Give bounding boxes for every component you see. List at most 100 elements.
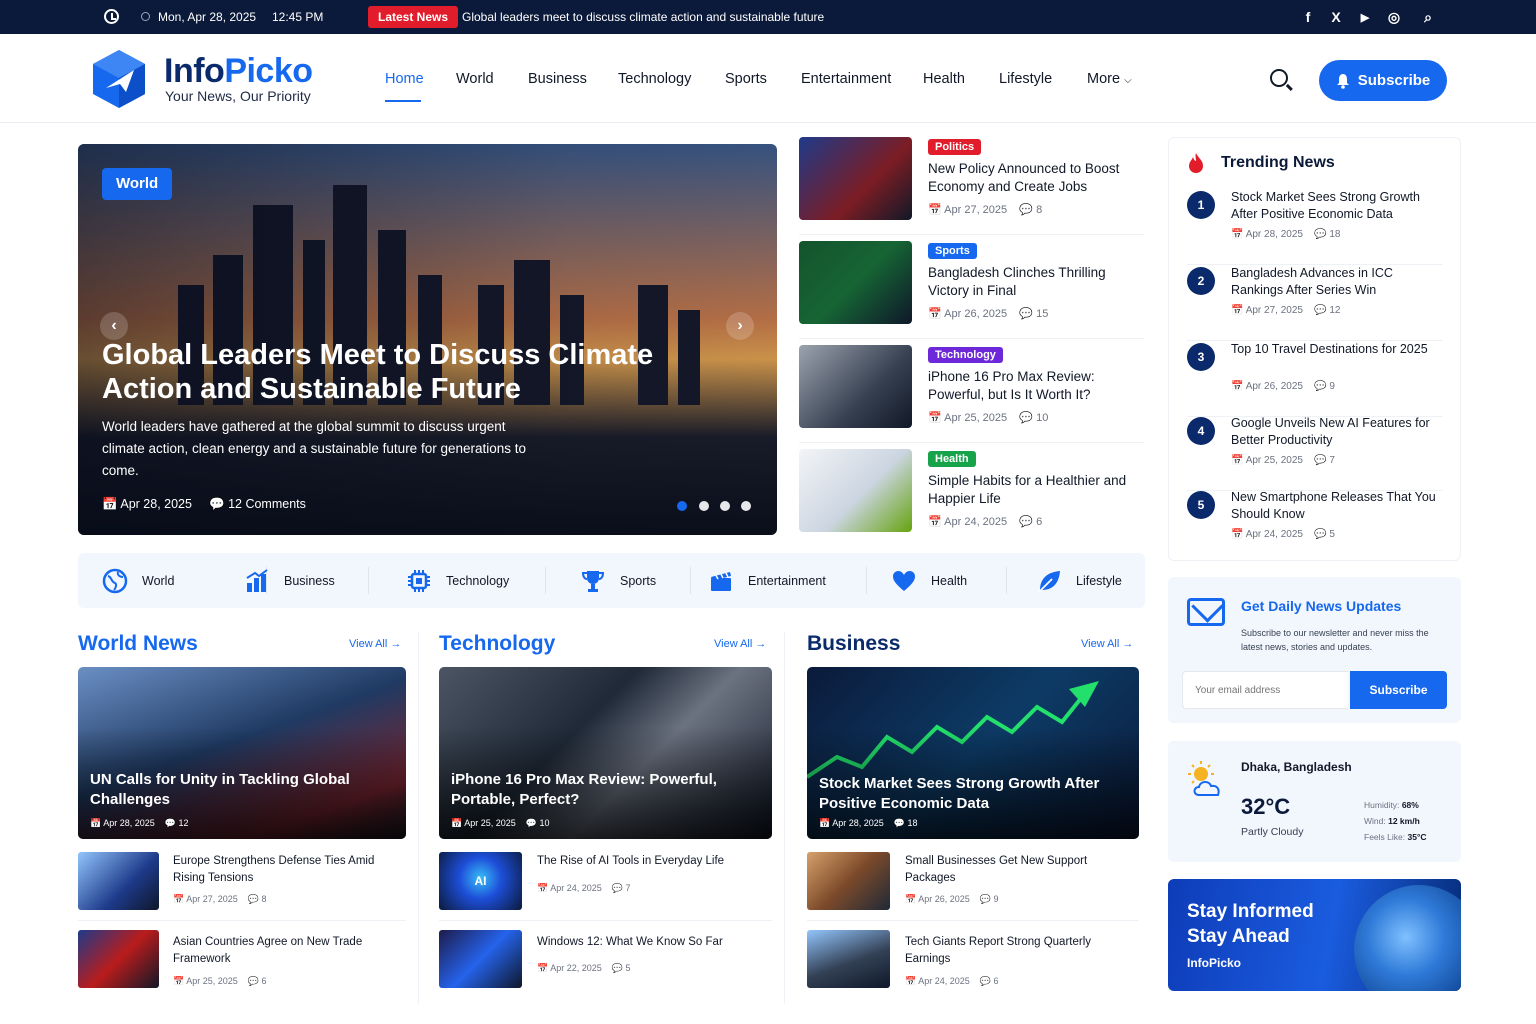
trending-item-title[interactable]: New Smartphone Releases That You Should … bbox=[1231, 489, 1443, 523]
nav-home[interactable]: Home bbox=[385, 71, 424, 87]
category-business[interactable]: Business bbox=[244, 567, 335, 594]
view-all-world[interactable]: View All → bbox=[349, 638, 401, 650]
story-title[interactable]: Bangladesh Clinches Thrilling Victory in… bbox=[928, 264, 1138, 300]
story-thumbnail[interactable] bbox=[799, 241, 912, 324]
nav-world[interactable]: World bbox=[456, 71, 494, 87]
item-thumbnail[interactable] bbox=[807, 852, 890, 910]
item-title[interactable]: The Rise of AI Tools in Everyday Life bbox=[537, 853, 757, 870]
feature-card[interactable]: Stock Market Sees Strong Growth After Po… bbox=[807, 667, 1139, 839]
subscribe-button[interactable]: Subscribe bbox=[1319, 60, 1447, 101]
item-date: Apr 24, 2025 bbox=[1245, 529, 1303, 540]
email-field[interactable] bbox=[1182, 671, 1348, 709]
item-title[interactable]: Europe Strengthens Defense Ties Amid Ris… bbox=[173, 853, 393, 887]
hero-comments[interactable]: 💬 12 Comments bbox=[209, 497, 306, 512]
slider-dot-1[interactable] bbox=[677, 501, 687, 511]
x-twitter-icon[interactable]: X bbox=[1327, 8, 1345, 26]
category-sports[interactable]: Sports bbox=[580, 567, 656, 594]
calendar-icon: 📅 bbox=[1231, 305, 1244, 316]
story-title[interactable]: New Policy Announced to Boost Economy an… bbox=[928, 160, 1138, 196]
side-story[interactable]: Politics New Policy Announced to Boost E… bbox=[799, 137, 1144, 235]
facebook-icon[interactable]: f bbox=[1299, 8, 1317, 26]
nav-entertainment[interactable]: Entertainment bbox=[801, 71, 891, 87]
story-thumbnail[interactable] bbox=[799, 449, 912, 532]
item-title[interactable]: Windows 12: What We Know So Far bbox=[537, 934, 757, 951]
subscribe-label: Subscribe bbox=[1357, 72, 1431, 89]
logo-icon[interactable] bbox=[90, 48, 148, 110]
item-thumbnail[interactable] bbox=[807, 930, 890, 988]
view-all-business[interactable]: View All → bbox=[1081, 638, 1133, 650]
nav-technology[interactable]: Technology bbox=[618, 71, 691, 87]
slider-dot-2[interactable] bbox=[699, 501, 709, 511]
list-item[interactable]: Europe Strengthens Defense Ties Amid Ris… bbox=[78, 852, 406, 930]
list-item[interactable]: Tech Giants Report Strong Quarterly Earn… bbox=[807, 930, 1139, 1008]
trending-item[interactable]: 2 Bangladesh Advances in ICC Rankings Af… bbox=[1187, 265, 1443, 341]
category-health[interactable]: Health bbox=[891, 567, 967, 594]
nav-more-label: More bbox=[1087, 71, 1121, 87]
trending-item[interactable]: 1 Stock Market Sees Strong Growth After … bbox=[1187, 189, 1443, 265]
list-item[interactable]: Asian Countries Agree on New Trade Frame… bbox=[78, 930, 406, 1008]
comment-icon: 💬 bbox=[1019, 412, 1034, 424]
search-icon[interactable]: ⌕ bbox=[1419, 8, 1437, 26]
view-all-technology[interactable]: View All → bbox=[714, 638, 766, 650]
trending-item-title[interactable]: Stock Market Sees Strong Growth After Po… bbox=[1231, 189, 1443, 223]
item-thumbnail[interactable] bbox=[78, 930, 159, 988]
time-icon bbox=[141, 12, 150, 21]
slider-dot-4[interactable] bbox=[741, 501, 751, 511]
category-badge[interactable]: Health bbox=[928, 451, 976, 467]
story-title[interactable]: iPhone 16 Pro Max Review: Powerful, but … bbox=[928, 368, 1138, 404]
item-title[interactable]: Tech Giants Report Strong Quarterly Earn… bbox=[905, 934, 1125, 968]
stay-informed-banner[interactable]: Stay Informed Stay Ahead InfoPicko bbox=[1168, 879, 1461, 991]
search-icon[interactable] bbox=[1270, 69, 1288, 87]
category-technology[interactable]: Technology bbox=[406, 567, 509, 594]
trending-item-title[interactable]: Top 10 Travel Destinations for 2025 bbox=[1231, 341, 1443, 358]
category-badge[interactable]: Politics bbox=[928, 139, 982, 155]
nav-health[interactable]: Health bbox=[923, 71, 965, 87]
story-thumbnail[interactable] bbox=[799, 345, 912, 428]
side-story[interactable]: Health Simple Habits for a Healthier and… bbox=[799, 449, 1144, 547]
youtube-icon[interactable]: ▶ bbox=[1356, 8, 1374, 26]
trending-item[interactable]: 4 Google Unveils New AI Features for Bet… bbox=[1187, 415, 1443, 491]
hero-prev-arrow-icon[interactable]: ‹ bbox=[100, 312, 128, 340]
trending-item-title[interactable]: Bangladesh Advances in ICC Rankings Afte… bbox=[1231, 265, 1443, 299]
nav-business[interactable]: Business bbox=[528, 71, 587, 87]
nav-lifestyle[interactable]: Lifestyle bbox=[999, 71, 1052, 87]
nav-more[interactable]: More ⌵ bbox=[1087, 71, 1132, 87]
feature-card[interactable]: UN Calls for Unity in Tackling Global Ch… bbox=[78, 667, 406, 839]
hero-slider[interactable]: World ‹ › Global Leaders Meet to Discuss… bbox=[78, 144, 777, 535]
hero-next-arrow-icon[interactable]: › bbox=[726, 312, 754, 340]
category-world[interactable]: World bbox=[102, 567, 174, 594]
slider-dot-3[interactable] bbox=[720, 501, 730, 511]
newsletter-box: Get Daily News Updates Subscribe to our … bbox=[1168, 577, 1461, 723]
feature-title[interactable]: iPhone 16 Pro Max Review: Powerful, Port… bbox=[451, 770, 751, 810]
trending-item[interactable]: 3 Top 10 Travel Destinations for 2025 📅 … bbox=[1187, 341, 1443, 417]
item-thumbnail[interactable] bbox=[78, 852, 159, 910]
story-thumbnail[interactable] bbox=[799, 137, 912, 220]
list-item[interactable]: Windows 12: What We Know So Far 📅 Apr 22… bbox=[439, 930, 772, 1008]
story-title[interactable]: Simple Habits for a Healthier and Happie… bbox=[928, 472, 1138, 508]
instagram-icon[interactable]: ◎ bbox=[1385, 8, 1403, 26]
feature-title[interactable]: UN Calls for Unity in Tackling Global Ch… bbox=[90, 770, 390, 810]
ticker-headline[interactable]: Global leaders meet to discuss climate a… bbox=[462, 10, 824, 24]
item-thumbnail[interactable]: AI bbox=[439, 852, 522, 910]
hero-category-badge[interactable]: World bbox=[102, 168, 173, 200]
list-item[interactable]: AI The Rise of AI Tools in Everyday Life… bbox=[439, 852, 772, 930]
feature-card[interactable]: iPhone 16 Pro Max Review: Powerful, Port… bbox=[439, 667, 772, 839]
trending-item-title[interactable]: Google Unveils New AI Features for Bette… bbox=[1231, 415, 1443, 449]
nav-sports[interactable]: Sports bbox=[725, 71, 767, 87]
feature-title[interactable]: Stock Market Sees Strong Growth After Po… bbox=[819, 774, 1119, 814]
category-badge[interactable]: Sports bbox=[928, 243, 977, 259]
rank-badge: 3 bbox=[1187, 343, 1215, 371]
side-story[interactable]: Technology iPhone 16 Pro Max Review: Pow… bbox=[799, 345, 1144, 443]
item-title[interactable]: Small Businesses Get New Support Package… bbox=[905, 853, 1125, 887]
category-badge[interactable]: Technology bbox=[928, 347, 1003, 363]
logo-wordmark[interactable]: InfoPicko bbox=[164, 52, 313, 91]
category-entertainment[interactable]: Entertainment bbox=[708, 567, 826, 594]
side-story[interactable]: Sports Bangladesh Clinches Thrilling Vic… bbox=[799, 241, 1144, 339]
category-lifestyle[interactable]: Lifestyle bbox=[1036, 567, 1122, 594]
item-title[interactable]: Asian Countries Agree on New Trade Frame… bbox=[173, 934, 393, 968]
hero-title[interactable]: Global Leaders Meet to Discuss Climate A… bbox=[102, 338, 702, 406]
newsletter-subscribe-button[interactable]: Subscribe bbox=[1350, 671, 1447, 709]
item-thumbnail[interactable] bbox=[439, 930, 522, 988]
trending-item[interactable]: 5 New Smartphone Releases That You Shoul… bbox=[1187, 489, 1443, 565]
list-item[interactable]: Small Businesses Get New Support Package… bbox=[807, 852, 1139, 930]
